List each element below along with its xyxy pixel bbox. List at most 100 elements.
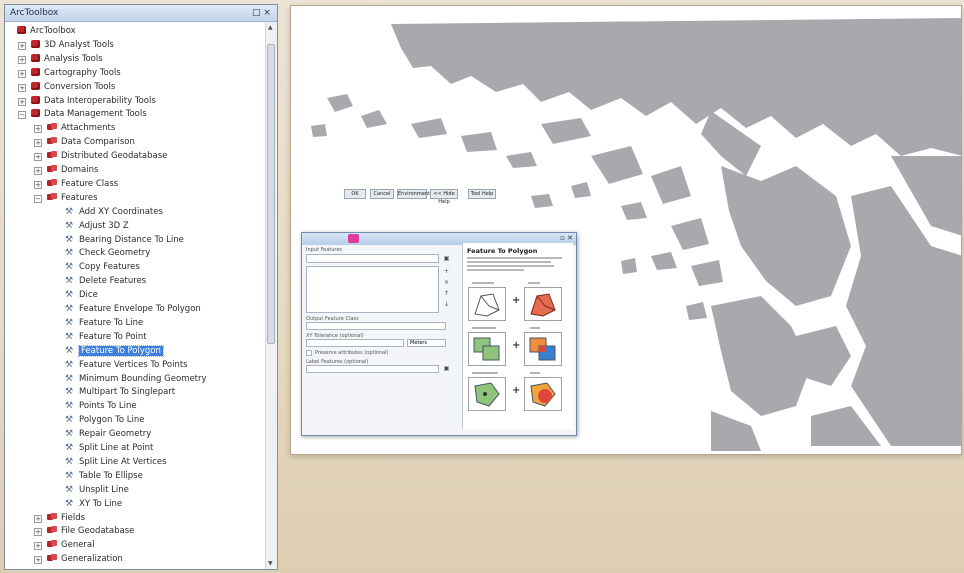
toolset-item[interactable]: + Generalization xyxy=(34,553,123,566)
tool-hammer-icon: ⚒ xyxy=(65,331,74,342)
cancel-button[interactable]: Cancel xyxy=(370,189,394,199)
tree-item-label: Dice xyxy=(79,290,98,301)
tool-item[interactable]: ⚒ Points To Line xyxy=(65,400,137,413)
tool-item[interactable]: ⚒ Feature To Line xyxy=(65,317,143,330)
toolbox-item[interactable]: +3D Analyst Tools xyxy=(18,39,114,52)
toolset-item[interactable]: + General xyxy=(34,539,95,552)
expand-plus-icon[interactable]: + xyxy=(34,514,42,523)
remove-x-icon[interactable]: × xyxy=(443,279,450,286)
illustration-label-output xyxy=(524,377,562,411)
move-down-icon[interactable]: ↓ xyxy=(443,301,450,308)
expand-plus-icon[interactable]: + xyxy=(34,528,42,537)
tool-item[interactable]: ⚒ Table To Ellipse xyxy=(65,470,143,483)
tool-item[interactable]: ⚒ Split Line at Point xyxy=(65,442,153,455)
input-features-list[interactable] xyxy=(306,266,439,313)
tree-item-label: Feature To Line xyxy=(79,317,144,328)
tool-dialog-icon xyxy=(348,234,359,243)
arctoolbox-panel: ArcToolbox □ × ArcToolbox +3D Analyst Too… xyxy=(4,4,278,570)
plus-icon: + xyxy=(512,340,521,351)
expand-plus-icon[interactable]: + xyxy=(34,153,42,162)
tool-item[interactable]: ⚒ Repair Geometry xyxy=(65,428,151,441)
browse-label-folder-icon[interactable]: ▣ xyxy=(443,365,450,372)
tool-hammer-icon: ⚒ xyxy=(65,248,74,259)
plus-icon: + xyxy=(512,295,521,306)
tool-item[interactable]: ⚒ Add XY Coordinates xyxy=(65,206,163,219)
tool-item[interactable]: ⚒ Unsplit Line xyxy=(65,484,129,497)
tool-item[interactable]: ⚒ Feature Vertices To Points xyxy=(65,359,188,372)
tool-item[interactable]: ⚒ Multipart To Singlepart xyxy=(65,386,175,399)
dialog-window-controls[interactable]: ▫ ✕ xyxy=(560,234,573,242)
toolset-item[interactable]: + File Geodatabase xyxy=(34,525,134,538)
collapse-minus-icon[interactable]: − xyxy=(18,111,26,120)
tool-item[interactable]: ⚒ Feature Envelope To Polygon xyxy=(65,303,201,316)
expand-plus-icon[interactable]: + xyxy=(34,556,42,565)
tool-item[interactable]: ⚒ XY To Line xyxy=(65,498,122,511)
expand-plus-icon[interactable]: + xyxy=(18,55,26,64)
tool-item[interactable]: ⚒ Check Geometry xyxy=(65,247,150,260)
ok-button[interactable]: OK xyxy=(344,189,366,199)
xy-tolerance-input[interactable] xyxy=(306,339,404,347)
tool-item[interactable]: ⚒ Feature To Polygon xyxy=(65,344,164,358)
expand-plus-icon[interactable]: + xyxy=(34,180,42,189)
expand-plus-icon[interactable]: + xyxy=(18,97,26,106)
tolerance-unit-select[interactable]: Meters xyxy=(407,339,446,347)
tool-item[interactable]: ⚒ Minimum Bounding Geometry xyxy=(65,373,207,386)
tree-item-label: Adjust 3D Z xyxy=(79,220,129,231)
tree-item-label: Features xyxy=(61,192,98,203)
tool-item[interactable]: ⚒ Delete Features xyxy=(65,275,146,288)
label-features-combo[interactable] xyxy=(306,365,439,373)
expand-plus-icon[interactable]: + xyxy=(34,167,42,175)
output-feature-class-input[interactable] xyxy=(306,322,446,330)
collapse-minus-icon[interactable]: − xyxy=(34,194,42,203)
expand-plus-icon[interactable]: + xyxy=(34,139,42,148)
toolbox-item[interactable]: + Cartography Tools xyxy=(18,67,121,80)
hide-help-button[interactable]: << Hide Help xyxy=(430,189,458,205)
toolbox-title-bar[interactable]: ArcToolbox □ × xyxy=(5,5,277,22)
tree-item-label: Split Line At Vertices xyxy=(79,456,167,467)
toolset-item[interactable]: + Domains xyxy=(34,164,98,177)
toolbox-scrollbar[interactable]: ▲ ▼ xyxy=(265,22,277,569)
toolbox-item[interactable]: + Conversion Tools xyxy=(18,81,115,94)
environments-button[interactable]: Environments... xyxy=(397,189,437,199)
toolbox-item[interactable]: + Analysis Tools xyxy=(18,53,103,66)
expand-plus-icon[interactable]: + xyxy=(34,542,42,551)
browse-folder-icon[interactable]: ▣ xyxy=(443,255,450,262)
expand-plus-icon[interactable]: + xyxy=(34,125,42,134)
toolset-item[interactable]: − Features xyxy=(34,192,98,205)
toolset-item[interactable]: + Attachments xyxy=(34,122,115,135)
scroll-up-icon[interactable]: ▲ xyxy=(268,24,273,31)
input-features-combo[interactable] xyxy=(306,254,439,263)
tool-item[interactable]: ⚒ Adjust 3D Z xyxy=(65,220,129,233)
toolset-item[interactable]: + Data Comparison xyxy=(34,136,135,149)
tool-item[interactable]: ⚒ Copy Features xyxy=(65,261,140,274)
scrollbar-thumb[interactable] xyxy=(267,44,275,344)
toolbox-item[interactable]: + Data Interoperability Tools xyxy=(18,95,156,108)
illustration-caption xyxy=(530,327,540,329)
tool-item[interactable]: ⚒ Dice xyxy=(65,289,98,302)
tool-help-button[interactable]: Tool Help xyxy=(468,189,496,199)
toolbox-item[interactable]: − Data Management Tools xyxy=(18,108,147,121)
tool-item[interactable]: ⚒ Bearing Distance To Line xyxy=(65,234,184,247)
tool-hammer-icon: ⚒ xyxy=(65,206,74,217)
tree-item-label: 3D Analyst Tools xyxy=(44,39,114,50)
toolbox-window-controls[interactable]: □ × xyxy=(252,5,271,21)
tool-item[interactable]: ⚒ Polygon To Line xyxy=(65,414,144,427)
toolset-item[interactable]: + Feature Class xyxy=(34,178,118,191)
toolset-item[interactable]: + Fields xyxy=(34,512,85,525)
toolbox-icon xyxy=(31,53,40,62)
tool-item[interactable]: ⚒ Feature To Point xyxy=(65,331,147,344)
expand-plus-icon[interactable]: + xyxy=(18,83,26,92)
toolbox-icon xyxy=(31,109,40,118)
move-up-icon[interactable]: ↑ xyxy=(443,290,450,297)
scroll-down-icon[interactable]: ▼ xyxy=(268,560,273,567)
add-plus-icon[interactable]: + xyxy=(443,268,450,275)
tree-root-arctoolbox[interactable]: ArcToolbox xyxy=(17,25,76,38)
tree-item-label: Feature To Polygon xyxy=(78,344,164,357)
preserve-attributes-checkbox[interactable] xyxy=(306,350,312,356)
toolset-icon xyxy=(47,554,57,562)
expand-plus-icon[interactable]: + xyxy=(18,69,26,78)
toolset-item[interactable]: + Distributed Geodatabase xyxy=(34,150,167,163)
tree-item-label: Data Interoperability Tools xyxy=(44,95,156,106)
expand-plus-icon[interactable]: + xyxy=(18,41,26,50)
tool-item[interactable]: ⚒ Split Line At Vertices xyxy=(65,456,167,469)
